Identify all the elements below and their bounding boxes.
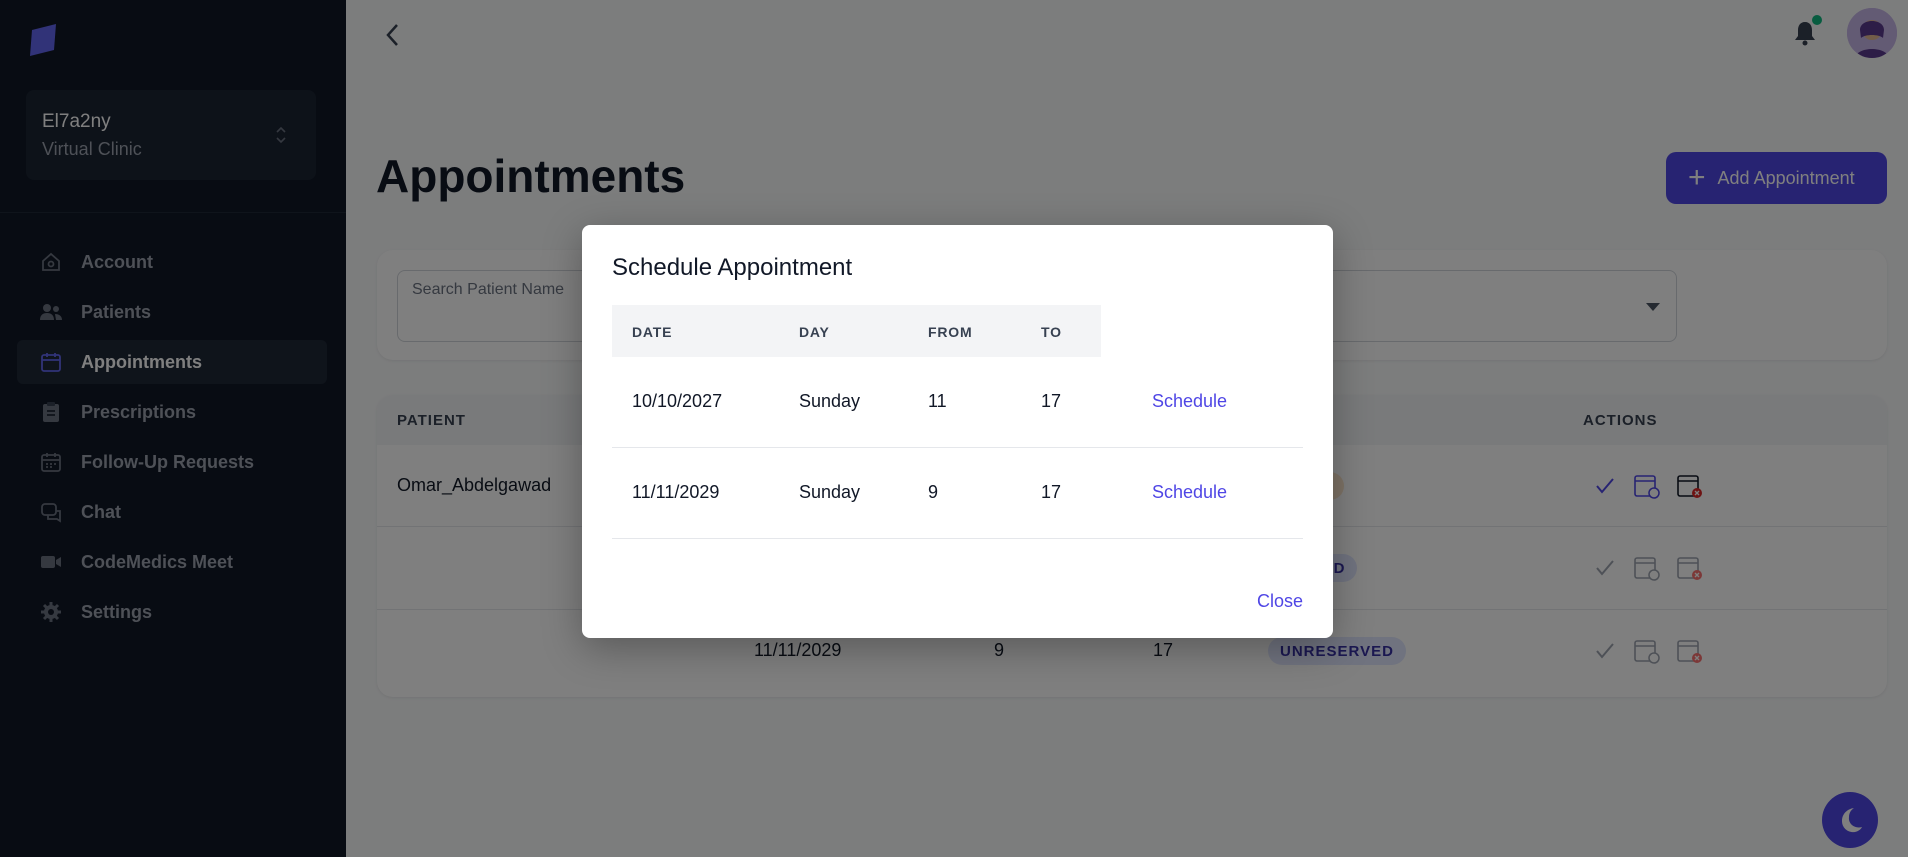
column-header-from: FROM [928, 324, 973, 340]
slot-row: 11/11/2029 Sunday 9 17 Schedule [612, 448, 1303, 539]
column-header-date: DATE [632, 324, 673, 340]
dialog-table-header: DATE DAY FROM TO [612, 305, 1101, 357]
dialog-title: Schedule Appointment [612, 254, 853, 281]
close-button[interactable]: Close [1257, 591, 1303, 612]
slot-date: 10/10/2027 [632, 391, 723, 411]
schedule-button[interactable]: Schedule [1152, 391, 1227, 412]
schedule-appointment-dialog: Schedule Appointment DATE DAY FROM TO 10… [582, 225, 1333, 638]
column-header-day: DAY [799, 324, 830, 340]
slot-from: 11 [928, 391, 947, 411]
slot-row: 10/10/2027 Sunday 11 17 Schedule [612, 357, 1303, 448]
slot-to: 17 [1041, 391, 1062, 411]
column-header-to: TO [1041, 324, 1062, 340]
slot-day: Sunday [799, 482, 861, 502]
slot-day: Sunday [799, 391, 861, 411]
slot-date: 11/11/2029 [632, 482, 720, 502]
schedule-button[interactable]: Schedule [1152, 482, 1227, 503]
slot-from: 9 [928, 482, 939, 502]
slot-to: 17 [1041, 482, 1062, 502]
